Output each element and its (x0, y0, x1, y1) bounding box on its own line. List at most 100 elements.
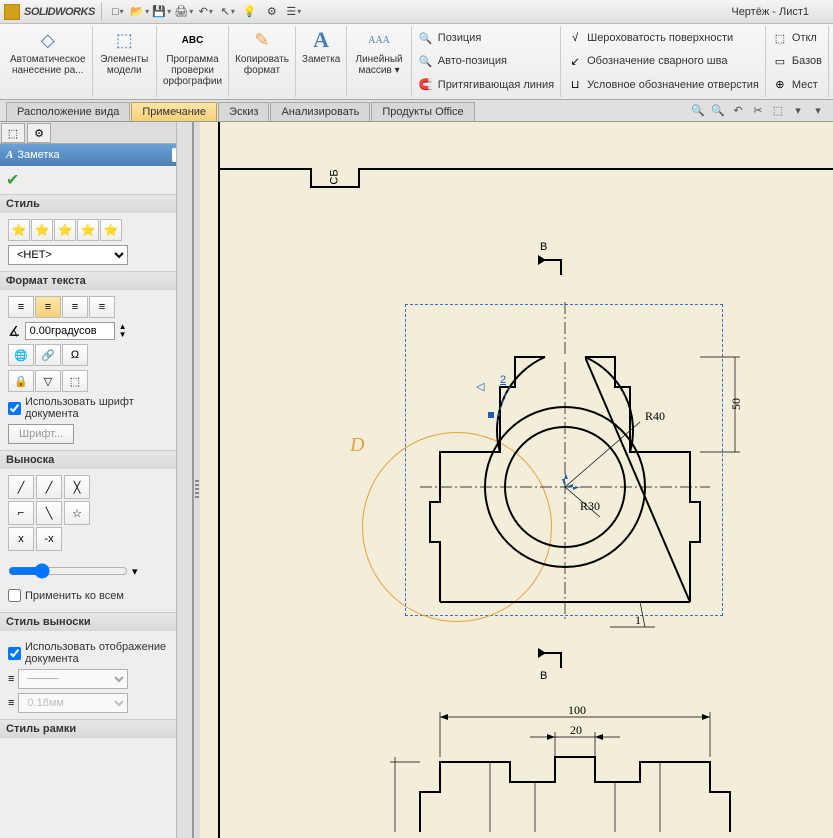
property-panel: ⬚ ⚙ A Заметка ? ✔ Стиль⌃ ⭐ ⭐ ⭐ ⭐ ⭐ (0, 122, 194, 838)
position-button[interactable]: 🔍Позиция (416, 28, 556, 48)
leader-4[interactable]: ⌐ (8, 501, 34, 525)
tab-sketch[interactable]: Эскиз (218, 102, 269, 121)
svg-text:R30: R30 (580, 499, 600, 513)
section-leader-head[interactable]: Выноска⌃ (0, 451, 192, 469)
tab-view-layout[interactable]: Расположение вида (6, 102, 130, 121)
balloon-2[interactable]: 2 (500, 372, 506, 388)
sheet-border-left (218, 122, 220, 838)
magnetic-line-button[interactable]: 🧲Притягивающая линия (416, 75, 556, 95)
line-weight-select[interactable]: 0.18мм (18, 693, 128, 713)
angle-row: ∡ ▲▼ (8, 322, 184, 340)
ribbon-col-symbols: √Шероховатость поверхности ↙Обозначение … (561, 26, 766, 97)
base-button[interactable]: ▭Базов (770, 51, 824, 71)
line-weight-icon: ≡ (8, 697, 14, 709)
copy-format-button[interactable]: ✎ Копировать формат (229, 26, 296, 97)
select-button[interactable]: ↖▾ (218, 2, 238, 22)
command-tabs: Расположение вида Примечание Эскиз Анали… (0, 100, 833, 122)
flag-button[interactable]: ▽ (35, 370, 61, 392)
surface-roughness-button[interactable]: √Шероховатость поверхности (565, 28, 761, 48)
angle-icon: ∡ (8, 323, 21, 340)
main-area: ⬚ ⚙ A Заметка ? ✔ Стиль⌃ ⭐ ⭐ ⭐ ⭐ ⭐ (0, 122, 833, 838)
note-button[interactable]: A Заметка (296, 26, 347, 97)
use-doc-display-checkbox[interactable]: Использовать отображение документа (8, 641, 184, 665)
section-icon[interactable]: ✂ (749, 101, 767, 119)
zoom-area-icon[interactable]: 🔍 (709, 101, 727, 119)
auto-dimension-button[interactable]: ◇ Автоматическое нанесение ра... (4, 26, 93, 97)
style-fav-5[interactable]: ⭐ (100, 219, 122, 241)
autoposition-button[interactable]: 🔍Авто-позиция (416, 51, 556, 71)
arrow-slider[interactable] (8, 563, 128, 579)
section-style-head[interactable]: Стиль⌃ (0, 195, 192, 213)
display-style-icon[interactable]: ⬚ (769, 101, 787, 119)
inspect-button[interactable]: ⬚ (62, 370, 88, 392)
title-tag-box: СБ (310, 168, 360, 188)
line-style-select[interactable]: ──── (18, 669, 128, 689)
font-button[interactable]: Шрифт... (8, 424, 74, 444)
properties-button[interactable]: ☰▾ (284, 2, 304, 22)
new-button[interactable]: □▾ (108, 2, 128, 22)
symbol-button[interactable]: Ω (62, 344, 88, 366)
weld-symbol-button[interactable]: ↙Обозначение сварного шва (565, 51, 761, 71)
panel-tab-feature[interactable]: ⬚ (1, 123, 25, 143)
style-select[interactable]: <НЕТ> (8, 245, 128, 265)
hole-symbol-button[interactable]: ⊔Условное обозначение отверстия (565, 75, 761, 95)
style-fav-4[interactable]: ⭐ (77, 219, 99, 241)
apply-all-checkbox[interactable]: Применить ко всем (8, 589, 184, 602)
spellcheck-button[interactable]: ABC Программа проверки орфографии (157, 26, 229, 97)
ribbon-col-position: 🔍Позиция 🔍Авто-позиция 🧲Притягивающая ли… (412, 26, 561, 97)
align-center-button[interactable]: ≡ (35, 296, 61, 318)
style-fav-1[interactable]: ⭐ (8, 219, 30, 241)
hide-show-icon[interactable]: ▾ (789, 101, 807, 119)
style-fav-3[interactable]: ⭐ (54, 219, 76, 241)
leader-5[interactable]: ╲ (36, 501, 62, 525)
view-orient-icon[interactable]: ▾ (809, 101, 827, 119)
section-frame-style: Стиль рамки⌃ (0, 719, 192, 738)
detail-label-d: D (350, 434, 364, 457)
svg-text:50: 50 (729, 398, 743, 410)
link-button[interactable]: 🔗 (35, 344, 61, 366)
style-fav-2[interactable]: ⭐ (31, 219, 53, 241)
tab-office[interactable]: Продукты Office (371, 102, 474, 121)
leader-2[interactable]: ╱ (36, 475, 62, 499)
tab-annotation[interactable]: Примечание (131, 102, 217, 121)
ribbon-col-flags: ⬚Откл ▭Базов ⊕Мест (766, 26, 829, 97)
section-frame-style-head[interactable]: Стиль рамки⌃ (0, 720, 192, 738)
balloon-anchor[interactable] (488, 412, 494, 418)
leader-8[interactable]: -x (36, 527, 62, 551)
loc-button[interactable]: ⊕Мест (770, 75, 824, 95)
panel-tab-options[interactable]: ⚙ (27, 123, 51, 143)
model-items-button[interactable]: ⬚ Элементы модели (93, 26, 157, 97)
section-style: Стиль⌃ ⭐ ⭐ ⭐ ⭐ ⭐ <НЕТ> (0, 194, 192, 271)
fit-text-button[interactable]: 🌐 (8, 344, 34, 366)
dev-flag-button[interactable]: ⬚Откл (770, 28, 824, 48)
section-text-format-head[interactable]: Формат текста⌃ (0, 272, 192, 290)
leader-6[interactable]: ☆ (64, 501, 90, 525)
zoom-fit-icon[interactable]: 🔍 (689, 101, 707, 119)
align-justify-button[interactable]: ≡ (89, 296, 115, 318)
app-name: SOLIDWORKS (24, 6, 95, 18)
leader-7[interactable]: x (8, 527, 34, 551)
save-button[interactable]: 💾▾ (152, 2, 172, 22)
lock-button[interactable]: 🔒 (8, 370, 34, 392)
prev-view-icon[interactable]: ↶ (729, 101, 747, 119)
tab-analyze[interactable]: Анализировать (270, 102, 370, 121)
options-button[interactable]: ⚙ (262, 2, 282, 22)
drawing-canvas[interactable]: СБ В В D (200, 122, 833, 838)
open-button[interactable]: 📂▾ (130, 2, 150, 22)
ok-button[interactable]: ✔ (6, 172, 19, 189)
spinner-icon[interactable]: ▲▼ (119, 323, 127, 339)
align-left-button[interactable]: ≡ (8, 296, 34, 318)
rebuild-button[interactable]: 💡 (240, 2, 260, 22)
undo-button[interactable]: ↶▾ (196, 2, 216, 22)
leader-3[interactable]: ╳ (64, 475, 90, 499)
leader-1[interactable]: ╱ (8, 475, 34, 499)
arrow-dropdown[interactable]: ▾ (132, 565, 138, 578)
section-label-top: В (540, 237, 560, 257)
panel-scrollbar[interactable] (176, 122, 192, 838)
use-doc-font-checkbox[interactable]: Использовать шрифт документа (8, 396, 184, 420)
align-right-button[interactable]: ≡ (62, 296, 88, 318)
print-button[interactable]: 🖨▾ (174, 2, 194, 22)
linear-pattern-button[interactable]: AAA Линейный массив ▾ (347, 26, 411, 97)
angle-input[interactable] (25, 322, 115, 340)
section-leader-style-head[interactable]: Стиль выноски⌃ (0, 613, 192, 631)
